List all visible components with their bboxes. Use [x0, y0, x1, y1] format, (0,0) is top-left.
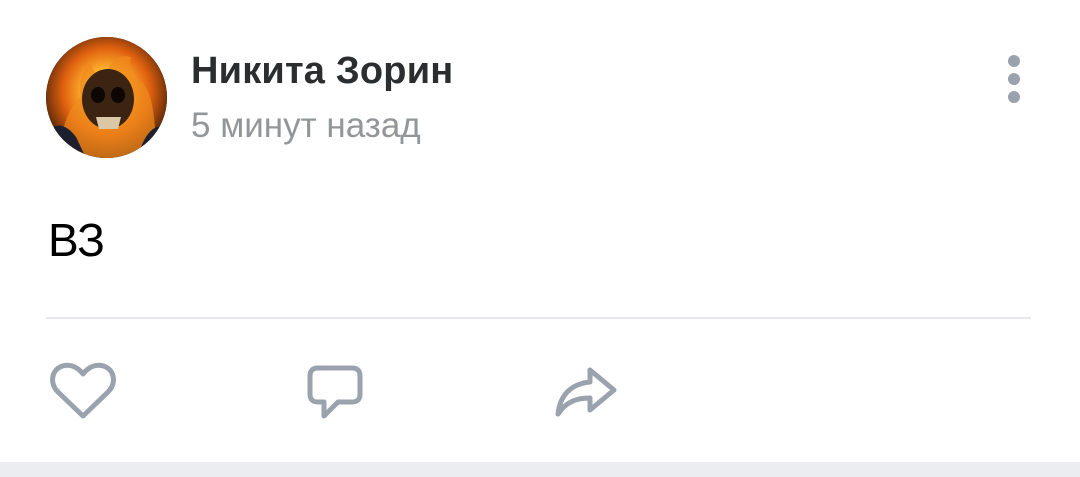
feed-separator: [0, 462, 1080, 477]
comment-icon: [307, 365, 363, 419]
share-button[interactable]: [550, 360, 620, 424]
heart-icon: [50, 362, 116, 419]
like-button[interactable]: [48, 360, 118, 424]
divider: [46, 317, 1031, 319]
avatar[interactable]: [46, 37, 167, 158]
post-card: Никита Зорин 5 минут назад ВЗ: [0, 0, 1080, 462]
post-time[interactable]: 5 минут назад: [191, 106, 421, 146]
more-vertical-icon: [1008, 55, 1020, 103]
share-icon: [555, 367, 617, 417]
post-text: ВЗ: [48, 214, 105, 266]
avatar-image: [46, 37, 167, 158]
comment-button[interactable]: [300, 360, 370, 424]
more-button[interactable]: [994, 50, 1034, 110]
author-name[interactable]: Никита Зорин: [191, 50, 453, 93]
